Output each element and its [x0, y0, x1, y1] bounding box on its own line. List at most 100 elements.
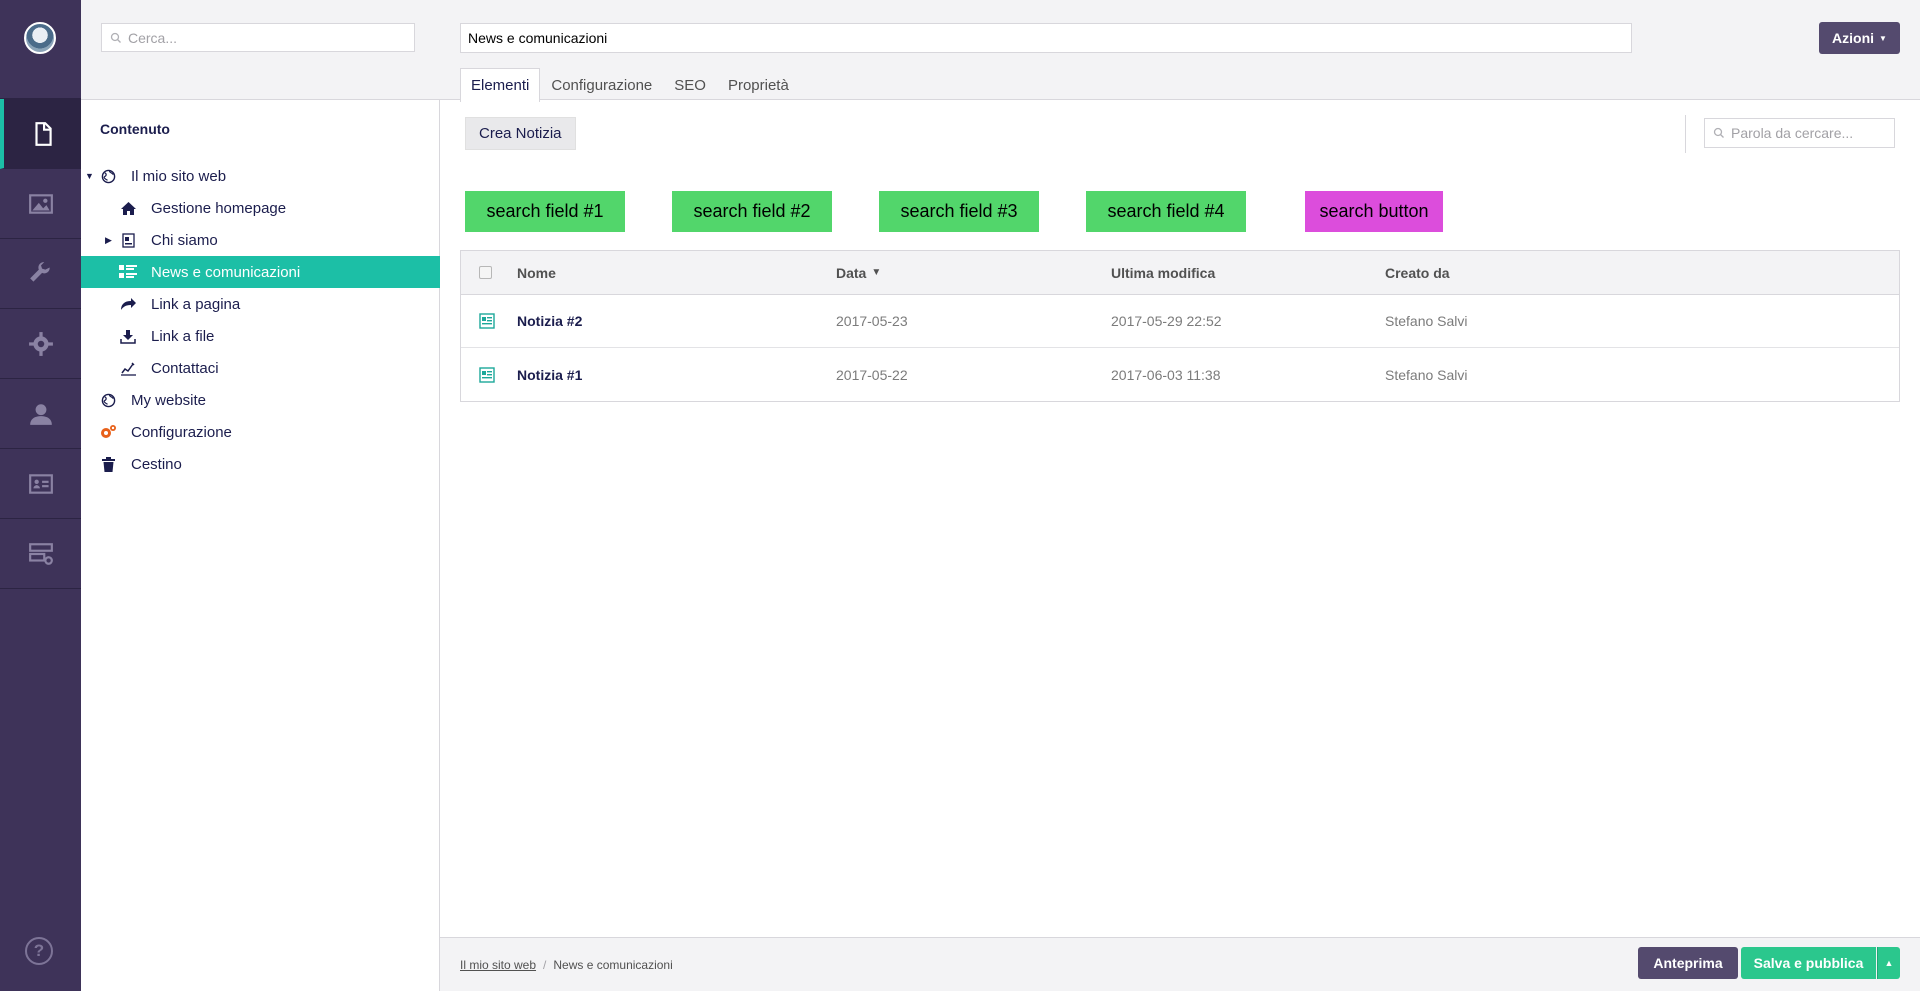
- table-header: Nome Data ▼ Ultima modifica Creato da: [461, 251, 1899, 295]
- actions-button[interactable]: Azioni ▼: [1819, 22, 1900, 54]
- column-header-nome[interactable]: Nome: [517, 251, 556, 294]
- column-header-creato-da[interactable]: Creato da: [1385, 251, 1450, 294]
- editor-header: News e comunicazioni Azioni ▼ Elementi C…: [440, 0, 1920, 102]
- news-table: Nome Data ▼ Ultima modifica Creato da No…: [460, 250, 1900, 402]
- cell-name[interactable]: Notizia #2: [517, 295, 582, 347]
- listing-search-input[interactable]: Parola da cercare...: [1704, 118, 1895, 148]
- help-icon[interactable]: ?: [25, 937, 53, 965]
- tree-item-my-website[interactable]: My website: [81, 384, 440, 416]
- tree-search-placeholder: Cerca...: [128, 29, 178, 46]
- image-icon: [28, 193, 53, 214]
- avatar-container: [0, 0, 81, 99]
- search-icon: [1713, 127, 1724, 138]
- tree-item-label: Cestino: [131, 455, 182, 473]
- id-card-icon: [28, 473, 53, 494]
- document-editor: News e comunicazioni Azioni ▼ Elementi C…: [440, 0, 1920, 991]
- tree-item-label: Configurazione: [131, 423, 232, 441]
- server-add-icon: [28, 542, 53, 565]
- tab-elementi[interactable]: Elementi: [460, 68, 541, 102]
- tree-item-label: Il mio sito web: [131, 167, 227, 185]
- form-icon: [119, 359, 137, 377]
- toolbar-separator: [1685, 115, 1686, 153]
- wrench-icon: [29, 261, 50, 282]
- publish-options-caret-icon[interactable]: ▲: [1877, 947, 1900, 979]
- breadcrumb-separator: /: [543, 957, 547, 972]
- expanded-caret-icon[interactable]: ▼: [85, 171, 94, 181]
- tree-item-chi-siamo[interactable]: ▶ Chi siamo: [81, 224, 440, 256]
- tree-item-configurazione[interactable]: Configurazione: [81, 416, 440, 448]
- trash-icon: [99, 455, 117, 473]
- tree-toolbar: Cerca...: [81, 0, 440, 100]
- cell-author: Stefano Salvi: [1385, 313, 1468, 329]
- cell-name[interactable]: Notizia #1: [517, 348, 582, 401]
- breadcrumb-current: News e comunicazioni: [553, 957, 673, 972]
- rail-item-users[interactable]: [0, 379, 81, 449]
- tree-item-label: Contattaci: [151, 359, 219, 377]
- avatar[interactable]: [24, 22, 56, 54]
- chevron-down-icon: ▼: [1879, 33, 1887, 43]
- sort-desc-icon: ▼: [871, 267, 882, 278]
- row-icon-cell: [479, 295, 495, 347]
- tree-item-label: Chi siamo: [151, 231, 218, 249]
- row-icon-cell: [479, 348, 495, 401]
- tree-item-label: Link a file: [151, 327, 215, 345]
- breadcrumb: Il mio sito web / News e comunicazioni: [460, 938, 673, 991]
- user-icon: [29, 403, 52, 425]
- tree-item-cestino[interactable]: Cestino: [81, 448, 440, 480]
- column-header-label: Data: [836, 264, 867, 281]
- rail-item-assets[interactable]: [0, 169, 81, 239]
- table-row[interactable]: Notizia #2 2017-05-23 2017-05-29 22:52 S…: [461, 295, 1899, 348]
- tab-configurazione[interactable]: Configurazione: [540, 68, 663, 101]
- column-header-ultima-modifica[interactable]: Ultima modifica: [1111, 251, 1215, 294]
- select-all-checkbox[interactable]: [479, 266, 492, 279]
- search-field-1[interactable]: search field #1: [465, 191, 625, 232]
- rail-item-contacts[interactable]: [0, 449, 81, 519]
- rail-item-datahub[interactable]: [0, 519, 81, 589]
- tree-search-input[interactable]: Cerca...: [101, 23, 415, 52]
- create-news-button[interactable]: Crea Notizia: [465, 117, 576, 150]
- tree-item-il-mio-sito-web[interactable]: ▼ Il mio sito web: [81, 160, 440, 192]
- gears-icon: [99, 423, 117, 441]
- save-and-publish-button[interactable]: Salva e pubblica: [1741, 947, 1876, 979]
- tree-item-contattaci[interactable]: Contattaci: [81, 352, 440, 384]
- search-field-4[interactable]: search field #4: [1086, 191, 1246, 232]
- collapsed-caret-icon[interactable]: ▶: [105, 235, 112, 246]
- home-icon: [119, 199, 137, 217]
- cell-date: 2017-05-23: [836, 313, 908, 329]
- document-icon: [34, 121, 52, 146]
- column-header-data[interactable]: Data ▼: [836, 251, 881, 294]
- table-row[interactable]: Notizia #1 2017-05-22 2017-06-03 11:38 S…: [461, 348, 1899, 401]
- search-button[interactable]: search button: [1305, 191, 1443, 232]
- tree-item-label: Gestione homepage: [151, 199, 287, 217]
- globe-icon: [99, 391, 117, 409]
- actions-label: Azioni: [1832, 30, 1875, 46]
- tree-item-link-a-file[interactable]: Link a file: [81, 320, 440, 352]
- link-page-icon: [119, 295, 137, 313]
- search-field-3[interactable]: search field #3: [879, 191, 1039, 232]
- tree-item-news-e-comunicazioni[interactable]: News e comunicazioni: [81, 256, 440, 288]
- rail-item-settings[interactable]: [0, 309, 81, 379]
- cell-modified: 2017-06-03 11:38: [1111, 366, 1221, 383]
- tree-item-label: News e comunicazioni: [151, 263, 301, 281]
- tab-seo[interactable]: SEO: [663, 68, 717, 101]
- editor-tabs: Elementi Configurazione SEO Proprietà: [460, 68, 800, 102]
- news-item-icon: [479, 313, 495, 329]
- rail-item-tools[interactable]: [0, 239, 81, 309]
- page-icon: [119, 231, 137, 249]
- breadcrumb-link-site[interactable]: Il mio sito web: [460, 958, 536, 972]
- gear-icon: [28, 331, 53, 356]
- tree-section-title: Contenuto: [100, 121, 170, 137]
- preview-button[interactable]: Anteprima: [1638, 947, 1738, 979]
- listing-search-placeholder: Parola da cercare...: [1731, 125, 1854, 141]
- tree-item-link-a-pagina[interactable]: Link a pagina: [81, 288, 440, 320]
- select-all-cell: [479, 251, 492, 294]
- cell-date: 2017-05-22: [836, 366, 908, 383]
- tree-item-label: Link a pagina: [151, 295, 241, 313]
- tab-proprieta[interactable]: Proprietà: [717, 68, 800, 101]
- tree-item-gestione-homepage[interactable]: Gestione homepage: [81, 192, 440, 224]
- document-title-input[interactable]: News e comunicazioni: [460, 23, 1632, 53]
- rail-item-documents[interactable]: [0, 99, 81, 169]
- main-navigation-rail: ?: [0, 0, 81, 991]
- globe-icon: [99, 167, 117, 185]
- search-field-2[interactable]: search field #2: [672, 191, 832, 232]
